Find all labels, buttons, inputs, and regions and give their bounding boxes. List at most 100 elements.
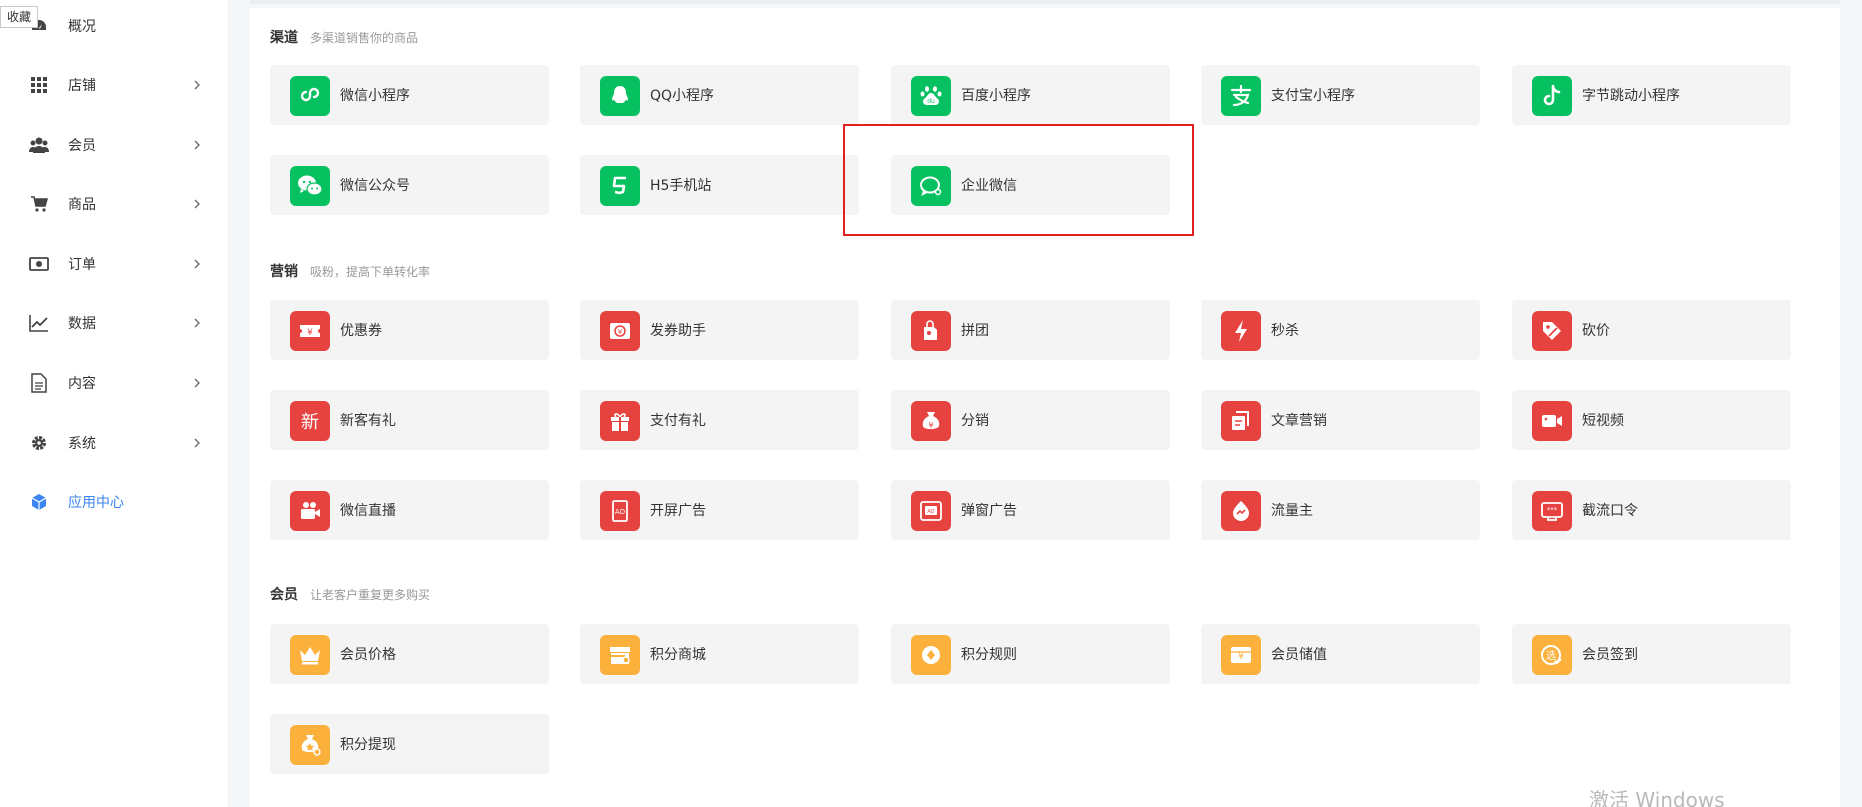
app-card-member-stored-value[interactable]: ¥ 会员储值 bbox=[1201, 624, 1480, 684]
app-card-h5-site[interactable]: H5手机站 bbox=[580, 155, 859, 215]
app-card-wechat-live[interactable]: 微信直播 bbox=[270, 480, 549, 540]
chart-icon bbox=[29, 313, 49, 333]
app-card-payment-gift[interactable]: 支付有礼 bbox=[580, 390, 859, 450]
app-label: QQ小程序 bbox=[650, 88, 715, 104]
app-card-new-customer-gift[interactable]: 新 新客有礼 bbox=[270, 390, 549, 450]
app-card-member-checkin[interactable]: 选 会员签到 bbox=[1512, 624, 1791, 684]
new-customer-icon: 新 bbox=[290, 401, 330, 441]
app-card-short-video[interactable]: 短视频 bbox=[1512, 390, 1791, 450]
alipay-icon bbox=[1221, 76, 1261, 116]
app-card-traffic-owner[interactable]: 流量主 bbox=[1201, 480, 1480, 540]
section-name: 会员 bbox=[270, 587, 298, 603]
app-card-flash-sale[interactable]: 秒杀 bbox=[1201, 300, 1480, 360]
checkin-icon: 选 bbox=[1532, 635, 1572, 675]
app-card-bytedance-miniprogram[interactable]: 字节跳动小程序 bbox=[1512, 65, 1791, 125]
tiktok-icon bbox=[1532, 76, 1572, 116]
app-label: 微信小程序 bbox=[340, 88, 410, 104]
sidebar-item-members[interactable]: 会员 bbox=[0, 125, 229, 165]
app-card-baidu-miniprogram[interactable]: du 百度小程序 bbox=[891, 65, 1170, 125]
app-card-alipay-miniprogram[interactable]: 支付宝小程序 bbox=[1201, 65, 1480, 125]
section-name: 营销 bbox=[270, 264, 298, 280]
app-label: 支付宝小程序 bbox=[1271, 88, 1355, 104]
traffic-icon bbox=[1221, 491, 1261, 531]
app-card-coupon[interactable]: ¥ 优惠券 bbox=[270, 300, 549, 360]
app-card-qq-miniprogram[interactable]: QQ小程序 bbox=[580, 65, 859, 125]
sidebar-item-label: 应用中心 bbox=[68, 495, 124, 511]
sidebar-item-store[interactable]: 店铺 bbox=[0, 65, 229, 105]
sidebar-item-system[interactable]: 系统 bbox=[0, 423, 229, 463]
popup-ad-icon: AD bbox=[911, 491, 951, 531]
sidebar-item-label: 系统 bbox=[68, 436, 96, 452]
app-label: 拼团 bbox=[961, 323, 989, 339]
password-icon: *** bbox=[1532, 491, 1572, 531]
sidebar-item-label: 概况 bbox=[68, 19, 96, 35]
activate-windows-watermark: 激活 Windows bbox=[1589, 788, 1725, 807]
app-card-interception-password[interactable]: *** 截流口令 bbox=[1512, 480, 1791, 540]
app-card-distribution[interactable]: ¥ 分销 bbox=[891, 390, 1170, 450]
points-rule-icon bbox=[911, 635, 951, 675]
app-card-article-marketing[interactable]: 文章营销 bbox=[1201, 390, 1480, 450]
section-title-channel: 渠道 多渠道销售你的商品 bbox=[270, 27, 418, 47]
app-card-wechat-official-account[interactable]: 微信公众号 bbox=[270, 155, 549, 215]
app-label: 会员价格 bbox=[340, 647, 396, 663]
splash-ad-icon: AD bbox=[600, 491, 640, 531]
svg-text:新: 新 bbox=[301, 412, 319, 433]
sidebar-item-content[interactable]: 内容 bbox=[0, 363, 229, 403]
chevron-right-icon bbox=[191, 258, 203, 270]
section-name: 渠道 bbox=[270, 30, 298, 46]
svg-text:选: 选 bbox=[1546, 649, 1556, 662]
app-label: 微信公众号 bbox=[340, 178, 410, 194]
sidebar-item-label: 会员 bbox=[68, 138, 96, 154]
app-card-points-withdraw[interactable]: 积分提现 bbox=[270, 714, 549, 774]
app-label: 字节跳动小程序 bbox=[1582, 88, 1680, 104]
html5-icon bbox=[600, 166, 640, 206]
sidebar-item-label: 店铺 bbox=[68, 78, 96, 94]
withdraw-icon bbox=[290, 725, 330, 765]
app-card-splash-ad[interactable]: AD 开屏广告 bbox=[580, 480, 859, 540]
svg-text:AD: AD bbox=[615, 508, 625, 516]
sidebar-item-app-center[interactable]: 应用中心 bbox=[0, 482, 229, 522]
svg-text:¥: ¥ bbox=[307, 328, 313, 338]
wechat-icon bbox=[290, 166, 330, 206]
chevron-right-icon bbox=[191, 139, 203, 151]
app-card-points-rules[interactable]: 积分规则 bbox=[891, 624, 1170, 684]
app-card-bargain[interactable]: 砍价 bbox=[1512, 300, 1791, 360]
article-icon bbox=[1221, 401, 1261, 441]
app-label: 微信直播 bbox=[340, 503, 396, 519]
svg-text:***: *** bbox=[1547, 506, 1558, 514]
app-card-group-buy[interactable]: 拼团 bbox=[891, 300, 1170, 360]
app-card-points-mall[interactable]: 积分商城 bbox=[580, 624, 859, 684]
app-label: 发券助手 bbox=[650, 323, 706, 339]
app-card-wechat-miniprogram[interactable]: 微信小程序 bbox=[270, 65, 549, 125]
sidebar-item-products[interactable]: 商品 bbox=[0, 184, 229, 224]
baidu-icon: du bbox=[911, 76, 951, 116]
sidebar-item-orders[interactable]: 订单 bbox=[0, 244, 229, 284]
bargain-icon bbox=[1532, 311, 1572, 351]
app-card-coupon-helper[interactable]: ¥ 发券助手 bbox=[580, 300, 859, 360]
document-icon bbox=[29, 373, 49, 393]
video-icon bbox=[1532, 401, 1572, 441]
svg-text:AD: AD bbox=[927, 509, 934, 515]
group-buy-icon bbox=[911, 311, 951, 351]
app-label: 百度小程序 bbox=[961, 88, 1031, 104]
app-label: 分销 bbox=[961, 413, 989, 429]
sidebar: 概况 店铺 会员 商品 订单 数据 内容 系统 应用中心 bbox=[0, 0, 229, 807]
top-divider bbox=[250, 0, 1840, 4]
sidebar-item-label: 数据 bbox=[68, 316, 96, 332]
app-label: 流量主 bbox=[1271, 503, 1313, 519]
app-label: 积分商城 bbox=[650, 647, 706, 663]
app-label: 新客有礼 bbox=[340, 413, 396, 429]
sidebar-item-label: 内容 bbox=[68, 376, 96, 392]
svg-text:¥: ¥ bbox=[928, 421, 933, 430]
sidebar-item-data[interactable]: 数据 bbox=[0, 303, 229, 343]
svg-text:du: du bbox=[927, 98, 935, 105]
svg-text:¥: ¥ bbox=[1238, 652, 1244, 662]
grid-icon bbox=[29, 75, 49, 95]
app-label: 会员储值 bbox=[1271, 647, 1327, 663]
coupon-helper-icon: ¥ bbox=[600, 311, 640, 351]
app-card-member-price[interactable]: 会员价格 bbox=[270, 624, 549, 684]
app-label: 弹窗广告 bbox=[961, 503, 1017, 519]
coupon-icon: ¥ bbox=[290, 311, 330, 351]
app-card-popup-ad[interactable]: AD 弹窗广告 bbox=[891, 480, 1170, 540]
app-label: H5手机站 bbox=[650, 178, 712, 194]
